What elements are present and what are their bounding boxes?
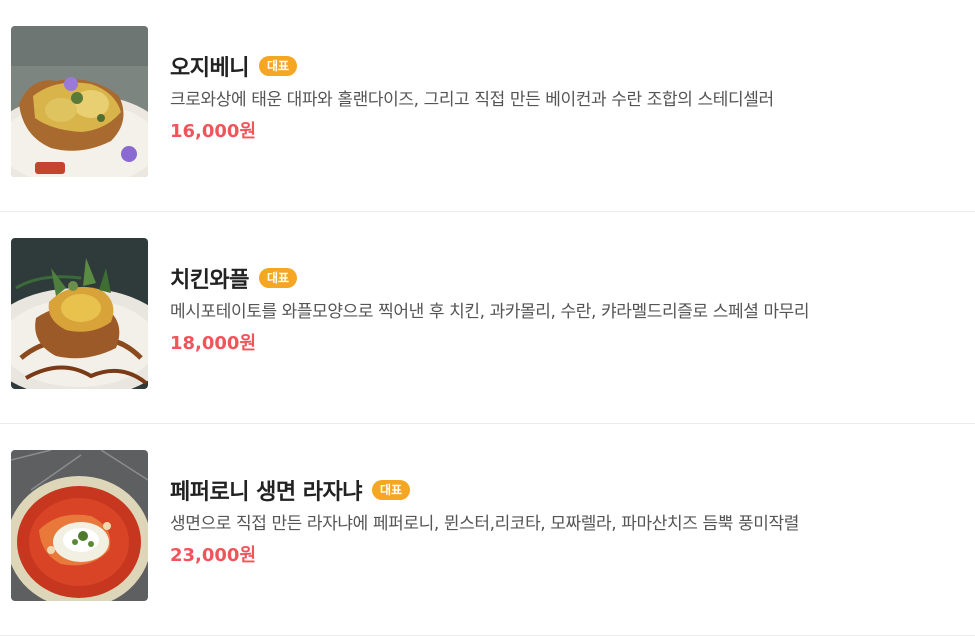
menu-item-info: 오지베니 대표 크로와상에 태운 대파와 홀랜다이즈, 그리고 직접 만든 베이… — [170, 50, 955, 144]
menu-item-name: 오지베니 — [170, 56, 249, 81]
menu-item-photo — [11, 26, 148, 177]
menu-list: 오지베니 대표 크로와상에 태운 대파와 홀랜다이즈, 그리고 직접 만든 베이… — [0, 0, 975, 636]
menu-item-description: 크로와상에 태운 대파와 홀랜다이즈, 그리고 직접 만든 베이컨과 수란 조합… — [170, 90, 774, 110]
signature-badge: 대표 — [371, 480, 411, 500]
menu-item-description: 메시포테이토를 와플모양으로 찍어낸 후 치킨, 과카몰리, 수란, 캬라멜드리… — [170, 302, 810, 322]
menu-item-price: 23,000원 — [170, 545, 257, 566]
menu-item-title-row: 치킨와플 대표 — [170, 262, 955, 294]
menu-item-title-row: 오지베니 대표 — [170, 50, 955, 82]
menu-item-ojibeni[interactable]: 오지베니 대표 크로와상에 태운 대파와 홀랜다이즈, 그리고 직접 만든 베이… — [0, 0, 975, 212]
signature-badge: 대표 — [258, 268, 298, 288]
menu-item-title-row: 페퍼로니 생면 라자냐 대표 — [170, 474, 955, 506]
menu-item-photo — [11, 450, 148, 601]
menu-item-info: 페퍼로니 생면 라자냐 대표 생면으로 직접 만든 라자냐에 페퍼로니, 뮌스터… — [170, 474, 955, 568]
menu-item-info: 치킨와플 대표 메시포테이토를 와플모양으로 찍어낸 후 치킨, 과카몰리, 수… — [170, 262, 955, 356]
menu-item-name: 페퍼로니 생면 라자냐 — [170, 480, 362, 505]
menu-item-pepperoni-lasagna[interactable]: 페퍼로니 생면 라자냐 대표 생면으로 직접 만든 라자냐에 페퍼로니, 뮌스터… — [0, 424, 975, 636]
menu-item-photo — [11, 238, 148, 389]
menu-item-price: 18,000원 — [170, 333, 257, 354]
signature-badge: 대표 — [258, 56, 298, 76]
menu-item-price: 16,000원 — [170, 121, 257, 142]
menu-item-description: 생면으로 직접 만든 라자냐에 페퍼로니, 뮌스터,리코타, 모짜렐라, 파마산… — [170, 514, 799, 534]
menu-item-chicken-waffle[interactable]: 치킨와플 대표 메시포테이토를 와플모양으로 찍어낸 후 치킨, 과카몰리, 수… — [0, 212, 975, 424]
menu-item-name: 치킨와플 — [170, 268, 249, 293]
